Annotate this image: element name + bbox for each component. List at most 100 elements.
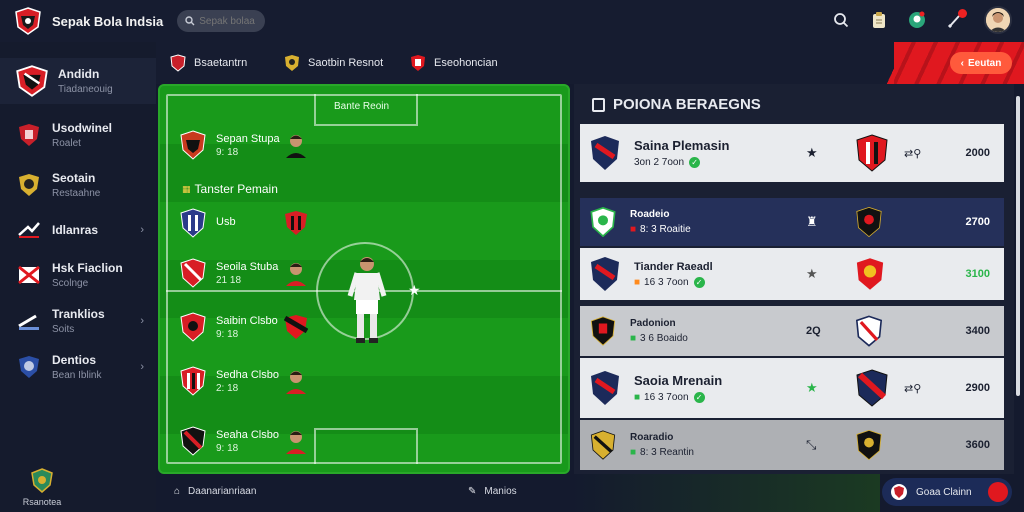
sidebar-item-sub: Soits	[52, 324, 75, 335]
sidebar-item-label: Seotain	[52, 171, 96, 185]
player-stat: 9: 18	[216, 146, 239, 158]
center-player-figure[interactable]	[344, 254, 390, 346]
club-crest-icon	[590, 207, 616, 237]
sidebar-item-home[interactable]: Andidn Tiadaneouig	[0, 58, 156, 104]
pitch-footer-right[interactable]: ✎ Manios	[468, 486, 517, 497]
player-face-icon	[286, 371, 306, 394]
sidebar-item-season[interactable]: Seotain Restaahne	[0, 162, 156, 208]
player-face-icon	[286, 263, 306, 286]
club-crest-icon	[284, 315, 308, 339]
player-card[interactable]: Saina Plemasin 3on 2 7oon ✓ ★ ⇄⚲ 2000	[580, 124, 1004, 182]
player-stat: 21 18	[216, 274, 242, 286]
panel-scrollbar[interactable]	[1016, 96, 1020, 396]
club-crest-icon	[180, 312, 206, 342]
tab-team-1[interactable]: Bsaetantrn	[170, 54, 247, 72]
transfer-icon	[18, 314, 39, 330]
player-card[interactable]: Roaradio ■ 8: 3 Reantin ⤡ 3600	[580, 420, 1004, 470]
opponent-crest-icon	[856, 429, 882, 461]
card-player-meta: 8: 3 Reantin	[640, 447, 694, 458]
record-icon	[988, 482, 1008, 502]
match-ticket-label: Goaa Clainn	[916, 486, 972, 498]
app-title: Sepak Bola Indsia	[52, 13, 164, 29]
tab-team-2[interactable]: Saotbin Resnot	[284, 54, 383, 72]
pitch-footer-left[interactable]: ⌂ Daanarianriaan	[174, 486, 256, 497]
opponent-crest-icon	[856, 258, 884, 290]
sidebar-item-label: Dentios	[52, 353, 97, 367]
player-card[interactable]: Roadeio ■ 8: 3 Roaitie ♜ 2700	[580, 198, 1004, 246]
tab-label: Eseohoncian	[434, 57, 498, 69]
clipboard-icon[interactable]	[870, 11, 888, 29]
player-row[interactable]: Sedha Clsbo 2: 18	[180, 366, 308, 396]
sidebar-item-fixtures[interactable]: Hsk Fiaclion Scolnge	[0, 252, 156, 298]
back-arrow-icon: ‹	[960, 57, 964, 69]
header-action-button[interactable]: ‹ Eeutan	[950, 52, 1012, 74]
star-icon[interactable]: ♜	[806, 214, 818, 230]
player-name: Sedha Clsbo	[216, 368, 279, 381]
pitch-footer: ⌂ Daanarianriaan ✎ Manios	[156, 474, 570, 512]
clipboard-icon	[592, 97, 605, 112]
sidebar-item-label: Andidn	[58, 67, 100, 81]
transfer-icon: ▦	[182, 183, 191, 194]
green-card-icon: ■	[634, 392, 641, 403]
rank-icon[interactable]: 2Q	[806, 325, 821, 337]
player-row[interactable]: Seaha Clsbo 9: 18	[180, 426, 308, 456]
card-player-meta: 3 6 Boaido	[640, 333, 688, 344]
shield-icon	[19, 174, 39, 196]
sidebar-item-sub: Roalet	[52, 138, 81, 149]
tab-team-3[interactable]: Eseohoncian	[410, 54, 498, 72]
card-player-name: Roaradio	[630, 432, 674, 443]
club-crest-icon	[591, 371, 619, 405]
card-value: 2900	[965, 382, 990, 394]
sidebar-item-sub: Bean Iblink	[52, 370, 102, 381]
star-icon[interactable]: ★	[806, 145, 818, 161]
player-row[interactable]: Saibin Clsbo 9: 18	[180, 312, 308, 342]
top-bar: Sepak Bola Indsia	[0, 0, 1024, 42]
player-row[interactable]: Sepan Stupa 9: 18	[180, 130, 308, 160]
player-card[interactable]: Tiander Raeadl ■ 16 3 7oon ✓ ★ 3100	[580, 248, 1004, 300]
swap-icon[interactable]: ⇄⚲	[904, 147, 921, 160]
green-card-icon: ■	[630, 333, 637, 344]
star-icon[interactable]: ★	[806, 266, 818, 282]
notification-bell-icon[interactable]	[946, 9, 967, 29]
search-input[interactable]	[199, 15, 260, 27]
sidebar-item-stats[interactable]: Idlanras ›	[0, 207, 156, 253]
shield-icon	[31, 468, 53, 493]
search-icon[interactable]	[832, 11, 850, 29]
club-crest-icon	[591, 257, 619, 291]
pen-icon: ✎	[468, 486, 477, 497]
app-logo-icon[interactable]	[14, 7, 42, 35]
swap-icon[interactable]: ⇄⚲	[904, 382, 921, 395]
card-player-name: Roadeio	[630, 209, 670, 220]
sidebar-item-details[interactable]: Dentios Bean Iblink ›	[0, 344, 156, 390]
player-card[interactable]: Saoia Mrenain ■ 16 3 7oon ✓ ★ ⇄⚲ 2900	[580, 358, 1004, 418]
player-row[interactable]: Seoila Stuba 21 18	[180, 258, 308, 288]
swap-small-icon[interactable]: ⤡	[806, 437, 816, 453]
search-bar[interactable]	[177, 10, 266, 32]
star-icon[interactable]: ★	[806, 380, 818, 396]
opponent-crest-icon	[856, 134, 888, 172]
player-name: Seaha Clsbo	[216, 428, 279, 441]
card-player-name: Padonion	[630, 318, 676, 329]
sidebar-item-club[interactable]: Usodwinel Roalet	[0, 112, 156, 158]
notification-dot	[958, 9, 967, 18]
green-card-icon: ■	[630, 447, 637, 458]
player-row[interactable]: Usb	[180, 208, 308, 238]
club-crest-icon	[285, 211, 307, 235]
card-player-meta: 16 3 7oon	[644, 392, 689, 403]
opponent-crest-icon	[856, 206, 882, 238]
sidebar-footer[interactable]: Rsanotea	[22, 468, 62, 507]
sidebar-footer-label: Rsanotea	[22, 497, 62, 507]
card-player-meta: 8: 3 Roaitie	[640, 224, 691, 235]
club-crest-icon	[180, 366, 206, 396]
star-icon: ★	[408, 282, 421, 298]
sidebar-item-transfers[interactable]: Tranklios Soits ›	[0, 298, 156, 344]
chat-icon[interactable]	[908, 11, 926, 29]
player-card[interactable]: Padonion ■ 3 6 Boaido 2Q 3400	[580, 306, 1004, 356]
match-ticket-button[interactable]: Goaa Clainn	[882, 478, 1012, 506]
club-crest-icon	[180, 258, 206, 288]
club-crest-icon	[590, 316, 616, 346]
pitch-footer-right-label: Manios	[484, 486, 517, 497]
card-value: 3100	[965, 268, 990, 280]
user-avatar[interactable]	[984, 6, 1012, 34]
transfer-label-text: Tanster Pemain	[194, 182, 278, 196]
